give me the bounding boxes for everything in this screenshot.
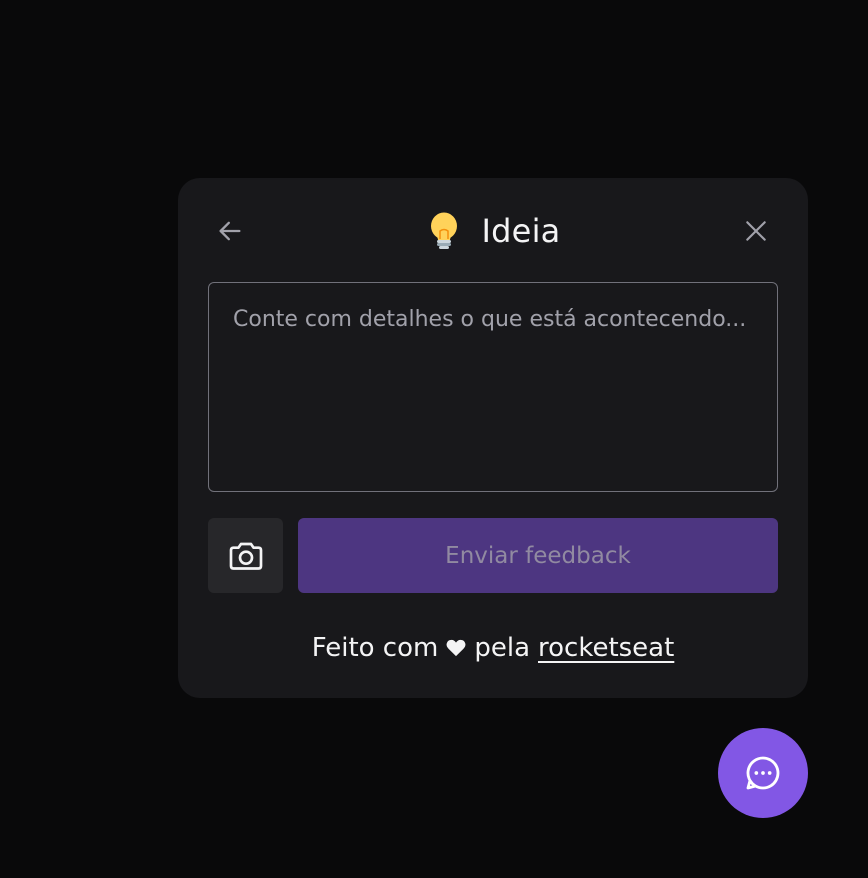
footer-prefix: Feito com <box>311 633 439 663</box>
footer-middle: pela <box>474 633 530 663</box>
close-button[interactable] <box>738 213 774 249</box>
header-title: Ideia <box>178 206 808 256</box>
rocketseat-link[interactable]: rocketseat <box>538 633 674 663</box>
feedback-fab-button[interactable] <box>718 728 808 818</box>
close-icon <box>746 221 766 241</box>
page-title: Ideia <box>481 212 561 250</box>
lightbulb-icon <box>430 212 457 249</box>
feedback-widget: Ideia Enviar feedback Feito com pela roc… <box>178 178 808 698</box>
feedback-textarea[interactable] <box>208 282 778 492</box>
submit-feedback-button[interactable]: Enviar feedback <box>298 518 778 593</box>
heart-icon <box>446 639 466 657</box>
take-screenshot-button[interactable] <box>208 518 283 593</box>
camera-icon <box>229 542 262 570</box>
chat-bubble-icon <box>746 756 780 790</box>
footer: Feito com pela rocketseat <box>178 626 808 670</box>
